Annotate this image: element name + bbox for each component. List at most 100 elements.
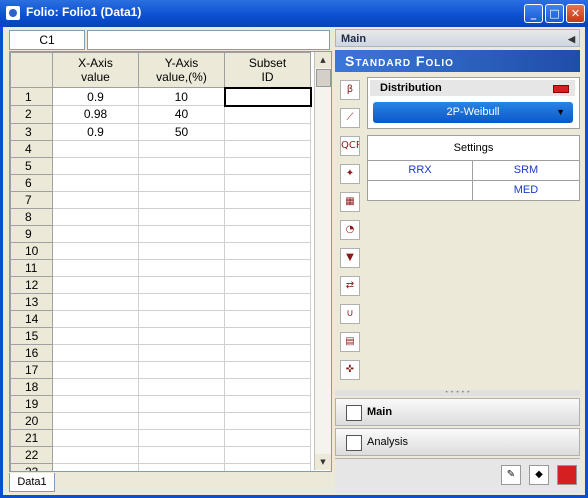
x-cell[interactable] (52, 326, 139, 345)
x-cell[interactable] (52, 428, 139, 447)
row-header[interactable]: 7 (10, 190, 53, 209)
subset-cell[interactable] (224, 190, 311, 209)
subset-cell[interactable] (224, 241, 311, 260)
settings-title[interactable]: Settings (368, 136, 579, 161)
distribution-dropdown[interactable]: 2P-Weibull ▼ (373, 102, 573, 123)
y-cell[interactable] (138, 190, 225, 209)
subset-cell[interactable] (224, 139, 311, 158)
x-cell[interactable] (52, 411, 139, 430)
column-header-y[interactable]: Y-Axis value,(%) (138, 52, 225, 88)
y-cell[interactable] (138, 360, 225, 379)
y-cell[interactable] (138, 292, 225, 311)
row-header[interactable]: 2 (10, 105, 53, 124)
subset-cell[interactable] (224, 156, 311, 175)
scroll-down-icon[interactable]: ▼ (315, 454, 331, 470)
y-cell[interactable] (138, 207, 225, 226)
magnet-icon[interactable]: ∪ (340, 304, 360, 324)
subset-cell[interactable] (224, 224, 311, 243)
x-cell[interactable] (52, 258, 139, 277)
y-cell[interactable] (138, 445, 225, 464)
app-icon[interactable] (6, 6, 20, 20)
gauge-icon[interactable]: ◔ (340, 220, 360, 240)
user-icon[interactable]: ✎ (501, 465, 521, 485)
x-cell[interactable] (52, 343, 139, 362)
row-header[interactable]: 16 (10, 343, 53, 362)
x-cell[interactable] (52, 394, 139, 413)
scroll-thumb[interactable] (316, 69, 331, 87)
grid-scrollbar[interactable]: ▲ ▼ (314, 52, 331, 470)
rrx-option[interactable]: RRX (368, 161, 472, 180)
subset-cell[interactable] (224, 326, 311, 345)
x-cell[interactable] (52, 173, 139, 192)
med-option[interactable]: MED (473, 181, 579, 200)
y-cell[interactable] (138, 241, 225, 260)
subset-cell[interactable] (224, 309, 311, 328)
x-cell[interactable] (52, 309, 139, 328)
report-icon[interactable]: ▤ (340, 332, 360, 352)
corner-cell[interactable] (10, 52, 53, 88)
x-cell[interactable] (52, 207, 139, 226)
x-cell[interactable] (52, 241, 139, 260)
subset-cell[interactable] (224, 377, 311, 396)
subset-cell[interactable] (224, 411, 311, 430)
subset-cell[interactable] (224, 445, 311, 464)
y-cell[interactable] (138, 275, 225, 294)
row-header[interactable]: 6 (10, 173, 53, 192)
diamond-icon[interactable]: ◆ (529, 465, 549, 485)
x-cell[interactable] (52, 360, 139, 379)
row-header[interactable]: 18 (10, 377, 53, 396)
row-header[interactable]: 10 (10, 241, 53, 260)
plot-icon[interactable]: ⟋ (340, 108, 360, 128)
x-cell[interactable]: 0.9 (52, 122, 139, 141)
close-button[interactable]: ✕ (566, 4, 585, 23)
row-header[interactable]: 4 (10, 139, 53, 158)
formula-input[interactable] (87, 30, 330, 50)
subset-cell[interactable] (224, 462, 311, 471)
srm-option[interactable]: SRM (473, 161, 579, 180)
wizard-icon[interactable]: ✦ (340, 164, 360, 184)
subset-cell[interactable] (224, 105, 311, 124)
subset-cell[interactable] (224, 292, 311, 311)
subset-cell[interactable] (224, 122, 311, 141)
x-cell[interactable] (52, 292, 139, 311)
collapse-distribution-icon[interactable] (553, 85, 569, 93)
subset-cell[interactable] (224, 343, 311, 362)
collapse-panel-icon[interactable]: ◀ (568, 30, 575, 48)
x-cell[interactable] (52, 190, 139, 209)
y-cell[interactable] (138, 258, 225, 277)
subset-cell[interactable] (224, 275, 311, 294)
y-cell[interactable]: 10 (138, 87, 225, 106)
nav-analysis[interactable]: Analysis (335, 428, 580, 456)
y-cell[interactable]: 50 (138, 122, 225, 141)
x-cell[interactable] (52, 462, 139, 471)
cell-reference-box[interactable]: C1 (9, 30, 85, 50)
x-cell[interactable] (52, 445, 139, 464)
subset-cell[interactable] (224, 394, 311, 413)
subset-cell[interactable] (223, 86, 312, 107)
y-cell[interactable] (138, 428, 225, 447)
x-cell[interactable] (52, 377, 139, 396)
y-cell[interactable] (138, 309, 225, 328)
x-cell[interactable] (52, 224, 139, 243)
row-header[interactable]: 8 (10, 207, 53, 226)
transform-icon[interactable]: ⇄ (340, 276, 360, 296)
panel-splitter[interactable]: • • • • • (335, 390, 580, 396)
column-header-x[interactable]: X-Axis value (52, 52, 139, 88)
scroll-up-icon[interactable]: ▲ (315, 52, 331, 68)
y-cell[interactable] (138, 224, 225, 243)
data-grid[interactable]: X-Axis value Y-Axis value,(%) Subset ID 1 0.… (9, 51, 332, 472)
subset-cell[interactable] (224, 173, 311, 192)
column-header-subset[interactable]: Subset ID (224, 52, 311, 88)
parameter-icon[interactable]: β (340, 80, 360, 100)
subset-cell[interactable] (224, 207, 311, 226)
y-cell[interactable] (138, 156, 225, 175)
y-cell[interactable] (138, 326, 225, 345)
row-header[interactable]: 21 (10, 428, 53, 447)
row-header[interactable]: 1 (10, 87, 53, 106)
row-header[interactable]: 13 (10, 292, 53, 311)
row-header[interactable]: 23 (10, 462, 53, 471)
row-header[interactable]: 11 (10, 258, 53, 277)
y-cell[interactable] (138, 173, 225, 192)
x-cell[interactable] (52, 156, 139, 175)
x-cell[interactable] (52, 139, 139, 158)
